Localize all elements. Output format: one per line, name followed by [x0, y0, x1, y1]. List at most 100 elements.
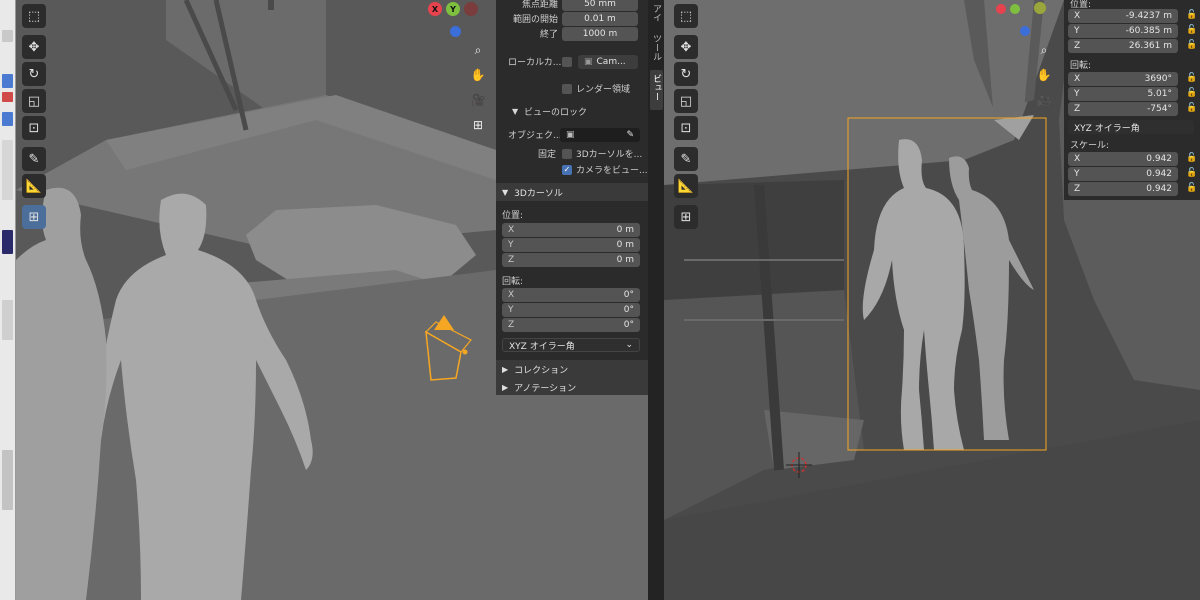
select-icon[interactable]: ⬚: [22, 4, 46, 28]
annotate-icon[interactable]: ✎: [674, 147, 698, 171]
measure-icon[interactable]: 📐: [674, 174, 698, 198]
lock-icon[interactable]: 🔓: [1186, 153, 1197, 163]
scale-x-field[interactable]: X 0.942: [1068, 152, 1178, 166]
object-icon: ▣: [566, 129, 575, 140]
lock-icon[interactable]: 🔓: [1186, 10, 1197, 20]
local-camera-field[interactable]: ▣ Cam...: [578, 54, 638, 69]
zoom-icon[interactable]: ⌕: [1034, 40, 1054, 60]
hand-icon[interactable]: ✋: [468, 65, 488, 85]
move-icon[interactable]: ✥: [674, 35, 698, 59]
clip-start-label: 範囲の開始: [512, 15, 558, 25]
camera-icon[interactable]: 🎥: [1034, 90, 1054, 110]
scale-z-field[interactable]: Z 0.942: [1068, 182, 1178, 196]
cursor-location-label: 位置:: [502, 211, 524, 221]
axis-x-icon[interactable]: X: [428, 2, 442, 16]
add-cube-icon[interactable]: ⊞: [674, 205, 698, 229]
grid-icon[interactable]: ⊞: [468, 115, 488, 135]
scale-icon[interactable]: ◱: [22, 89, 46, 113]
lock-object-field[interactable]: ▣ ✎: [560, 127, 640, 142]
rotation-label: 回転:: [1070, 61, 1092, 71]
cursor-rotation-z[interactable]: Z 0°: [502, 318, 640, 332]
sidebar-tabs: アイ ツール ビュー: [648, 0, 664, 600]
scale-icon[interactable]: ◱: [674, 89, 698, 113]
lock-icon[interactable]: 🔓: [1186, 103, 1197, 113]
cursor-location-y[interactable]: Y0 m: [502, 238, 640, 252]
axis-y-icon[interactable]: Y: [446, 2, 460, 16]
transform-icon[interactable]: ⊡: [674, 116, 698, 140]
location-z-field[interactable]: Z 26.361 m: [1068, 39, 1178, 53]
view-lock-title: ビューのロック: [524, 108, 588, 118]
transform-panel: 位置: X -9.4237 m 🔓 Y -60.385 m 🔓 Z 26.361 m …: [1064, 0, 1200, 200]
camera-icon[interactable]: 🎥: [468, 90, 488, 110]
rotate-icon[interactable]: ↻: [22, 62, 46, 86]
right-toolbar: ⬚ ✥ ↻ ◱ ⊡ ✎ 📐 ⊞: [674, 4, 698, 229]
clip-start-field[interactable]: 0.01 m: [562, 11, 638, 26]
add-cube-icon[interactable]: ⊞: [22, 205, 46, 229]
select-icon[interactable]: ⬚: [674, 4, 698, 28]
move-icon[interactable]: ✥: [22, 35, 46, 59]
tab-view[interactable]: ビュー: [650, 70, 663, 110]
axis-neg-x-icon[interactable]: [464, 2, 478, 16]
clip-end-field[interactable]: 1000 m: [562, 26, 638, 41]
location-y-field[interactable]: Y -60.385 m: [1068, 24, 1178, 38]
lock-object-label: オブジェク...: [508, 131, 562, 141]
left-scene-lower-render: [496, 395, 648, 600]
expand-icon: ▶: [502, 382, 509, 392]
lock-icon[interactable]: 🔓: [1186, 88, 1197, 98]
lock-icon[interactable]: 🔓: [1186, 25, 1197, 35]
cursor-location-x[interactable]: X0 m: [502, 223, 640, 237]
rotation-mode-select[interactable]: XYZ オイラー角: [1068, 120, 1194, 134]
lock-label: 固定: [538, 150, 557, 160]
zoom-icon[interactable]: ⌕: [468, 40, 488, 60]
left-nav-buttons: ⌕ ✋ 🎥 ⊞: [468, 40, 488, 135]
left-3d-viewport[interactable]: ⬚ ✥ ↻ ◱ ⊡ ✎ 📐 ⊞ X Y ⌕ ✋ 🎥 ⊞: [16, 0, 496, 600]
expand-icon: ▶: [502, 364, 509, 374]
render-region-label: レンダー領域: [576, 85, 631, 95]
3d-cursor-section-header[interactable]: ▼ 3Dカーソル: [496, 183, 648, 201]
eyedropper-icon[interactable]: ✎: [626, 130, 634, 140]
annotation-section-header[interactable]: ▶ アノテーション: [496, 378, 648, 396]
transform-icon[interactable]: ⊡: [22, 116, 46, 140]
rotation-z-field[interactable]: Z -754°: [1068, 102, 1178, 116]
cursor-rotation-x[interactable]: X 0°: [502, 288, 640, 302]
tab-item[interactable]: アイ: [650, 0, 663, 26]
right-nav-buttons: ⌕ ✋ 🎥: [1034, 40, 1054, 110]
scale-y-field[interactable]: Y 0.942: [1068, 167, 1178, 181]
hand-icon[interactable]: ✋: [1034, 65, 1054, 85]
axis-z-icon[interactable]: [1020, 26, 1030, 36]
collection-section-header[interactable]: ▶ コレクション: [496, 360, 648, 378]
rotation-x-field[interactable]: X 3690°: [1068, 72, 1178, 86]
left-scene-render: [16, 0, 496, 600]
tab-tool[interactable]: ツール: [650, 30, 663, 70]
lock-cursor-checkbox[interactable]: [562, 148, 572, 159]
measure-icon[interactable]: 📐: [22, 174, 46, 198]
axis-z-icon[interactable]: [450, 26, 461, 37]
left-toolbar: ⬚ ✥ ↻ ◱ ⊡ ✎ 📐 ⊞: [22, 4, 46, 229]
axis-y-icon[interactable]: [1010, 4, 1020, 14]
local-camera-label: ローカルカ...: [508, 58, 562, 68]
view-lock-subpanel-header[interactable]: ▼ ビューのロック: [496, 104, 648, 119]
cursor-rotation-mode-select[interactable]: XYZ オイラー角 ⌄: [502, 338, 640, 352]
location-x-field[interactable]: X -9.4237 m: [1068, 9, 1178, 23]
local-camera-checkbox[interactable]: [562, 56, 572, 67]
annotate-icon[interactable]: ✎: [22, 147, 46, 171]
left-viewport-lower[interactable]: [496, 395, 648, 600]
cursor-rotation-label: 回転:: [502, 277, 524, 287]
focal-length-field[interactable]: 50 mm: [562, 0, 638, 11]
axis-neg-y-icon[interactable]: [1034, 2, 1046, 14]
lock-icon[interactable]: 🔓: [1186, 168, 1197, 178]
render-region-checkbox[interactable]: [562, 83, 572, 94]
axis-x-icon[interactable]: [996, 4, 1006, 14]
camera-to-view-label: カメラをビュー...: [576, 166, 648, 176]
camera-to-view-checkbox[interactable]: ✓: [562, 164, 572, 175]
rotate-icon[interactable]: ↻: [674, 62, 698, 86]
lock-icon[interactable]: 🔓: [1186, 183, 1197, 193]
camera-object-icon: ▣: [584, 56, 593, 67]
lock-icon[interactable]: 🔓: [1186, 73, 1197, 83]
scale-label: スケール:: [1070, 141, 1110, 151]
lock-icon[interactable]: 🔓: [1186, 40, 1197, 50]
rotation-y-field[interactable]: Y 5.01°: [1068, 87, 1178, 101]
cursor-rotation-y[interactable]: Y 0°: [502, 303, 640, 317]
background-window-strip: [0, 0, 16, 600]
cursor-location-z[interactable]: Z0 m: [502, 253, 640, 267]
